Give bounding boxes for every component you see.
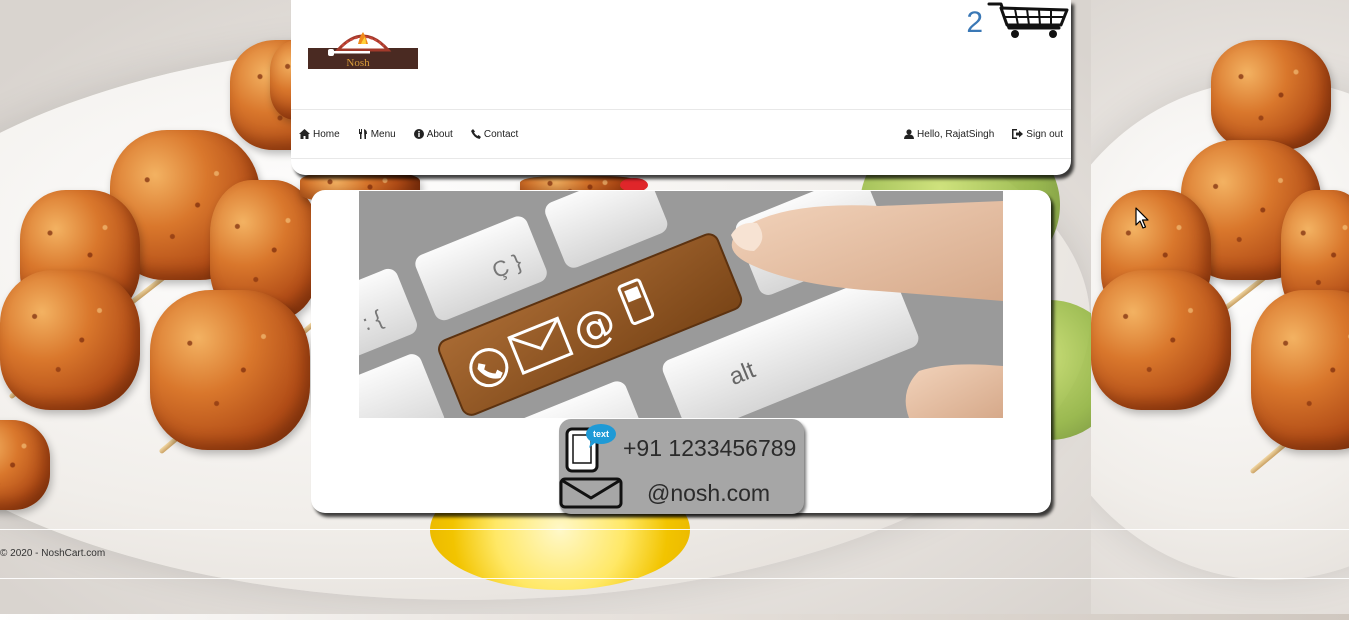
- mouse-cursor-icon: [1135, 207, 1149, 234]
- sign-out-icon: [1012, 129, 1024, 139]
- mobile-phone-icon: text: [565, 424, 616, 473]
- phone-number[interactable]: +91 1233456789: [623, 435, 796, 462]
- nav-label: Menu: [370, 128, 396, 140]
- user-greeting: Hello, RajatSingh: [917, 128, 995, 140]
- nav-item-home[interactable]: Home: [291, 129, 349, 140]
- nosh-logo[interactable]: Nosh: [308, 24, 418, 69]
- nav-label: Contact: [483, 128, 519, 140]
- cart[interactable]: 2: [966, 0, 1071, 44]
- contact-info: text +91 1233456789 @nosh.com: [559, 419, 804, 514]
- nav-item-contact[interactable]: Contact: [462, 129, 527, 140]
- site-header: Nosh 2 Home Menu About Contact Hello, Ra…: [291, 0, 1071, 175]
- home-icon: [299, 129, 310, 139]
- shopping-cart-icon[interactable]: [987, 0, 1071, 45]
- nav-item-menu[interactable]: Menu: [349, 129, 405, 140]
- footer-divider-top: [0, 529, 1349, 530]
- nav-item-about[interactable]: About: [405, 129, 462, 140]
- background-image-tile: [1091, 0, 1349, 614]
- footer-divider-bottom: [0, 578, 1349, 579]
- contact-banner-image: @ ctrl alt : { Ç }: [359, 191, 1003, 418]
- contact-card: @ ctrl alt : { Ç } text +91 123345: [311, 190, 1051, 514]
- sign-out-link[interactable]: Sign out: [1003, 129, 1071, 140]
- cart-count[interactable]: 2: [966, 6, 983, 40]
- envelope-icon: [559, 477, 623, 509]
- info-icon: [413, 129, 424, 139]
- footer-copyright: © 2020 - NoshCart.com: [0, 548, 106, 559]
- svg-text:Nosh: Nosh: [346, 57, 370, 69]
- phone-icon: [470, 129, 481, 139]
- main-nav: Home Menu About Contact Hello, RajatSing…: [291, 109, 1071, 159]
- svg-text:text: text: [593, 429, 609, 439]
- nav-left: Home Menu About Contact: [291, 129, 527, 140]
- user-icon: [904, 129, 915, 139]
- cutlery-icon: [358, 129, 367, 139]
- email-address[interactable]: @nosh.com: [647, 480, 770, 507]
- email-row: @nosh.com: [559, 476, 770, 510]
- phone-row: text +91 1233456789: [563, 423, 796, 473]
- nav-label: Sign out: [1026, 128, 1063, 140]
- background-strip: [0, 614, 1349, 620]
- nav-item-user[interactable]: Hello, RajatSingh: [895, 129, 1003, 140]
- nav-right: Hello, RajatSingh Sign out: [895, 129, 1071, 140]
- nav-label: About: [426, 128, 453, 140]
- nav-label: Home: [313, 128, 340, 140]
